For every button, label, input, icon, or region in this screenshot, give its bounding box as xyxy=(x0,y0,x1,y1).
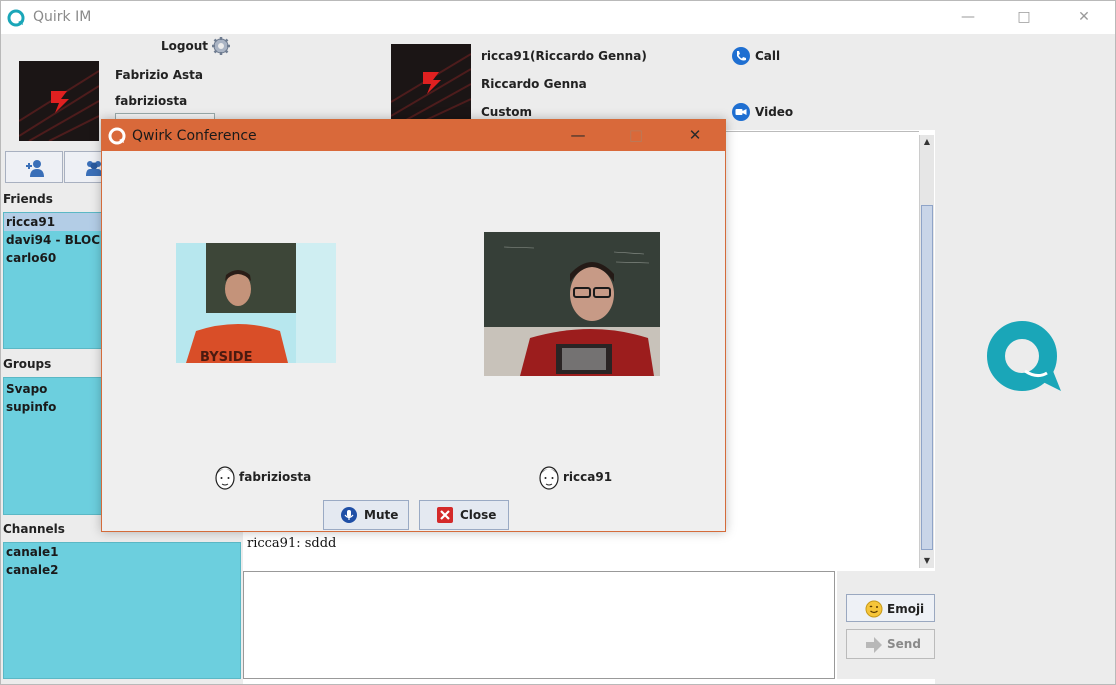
minimize-icon[interactable]: — xyxy=(555,120,601,151)
conference-title: Qwirk Conference xyxy=(132,128,257,144)
contact-status: Custom xyxy=(481,105,532,119)
participant-ricca91: ricca91 xyxy=(538,463,612,493)
video-feed-ricca91 xyxy=(484,232,660,376)
logout-link[interactable]: Logout xyxy=(161,39,208,53)
conference-dialog: Qwirk Conference — □ ✕ BYSIDE fabriziost… xyxy=(101,119,726,532)
branding-pane xyxy=(935,34,1115,684)
contact-avatar xyxy=(391,44,471,120)
close-icon[interactable]: ✕ xyxy=(672,120,718,151)
user-handle: fabriziosta xyxy=(115,94,188,108)
mute-button[interactable]: Mute xyxy=(323,500,409,530)
qwirk-logo-icon xyxy=(108,127,126,145)
compose-actions xyxy=(837,571,937,679)
maximize-icon[interactable]: □ xyxy=(613,120,659,151)
call-label: Call xyxy=(755,49,781,63)
add-friend-icon xyxy=(26,160,44,177)
gear-icon[interactable] xyxy=(211,36,231,56)
channels-list: canale1 canale2 xyxy=(3,542,241,679)
emoji-label: Emoji xyxy=(887,602,925,616)
video-call-button[interactable]: Video xyxy=(731,102,793,122)
add-friend-button[interactable] xyxy=(5,151,63,183)
participant-label: fabriziosta xyxy=(239,470,312,484)
chat-header: ricca91(Riccardo Genna) Riccardo Genna C… xyxy=(243,34,935,130)
video-camera-icon xyxy=(732,103,750,121)
minimize-icon[interactable]: — xyxy=(945,1,991,34)
send-label: Send xyxy=(887,637,921,651)
message-item: ricca91: sddd xyxy=(247,536,337,551)
video-feed-fabriziosta: BYSIDE xyxy=(176,243,336,363)
emoji-button[interactable]: Emoji xyxy=(846,594,935,622)
video-label: Video xyxy=(755,105,794,119)
svg-text:BYSIDE: BYSIDE xyxy=(200,350,252,363)
avatar[interactable] xyxy=(19,61,99,141)
user-full-name: Fabrizio Asta xyxy=(115,68,203,82)
user-face-icon xyxy=(539,466,559,490)
smiley-icon xyxy=(865,600,883,618)
close-label: Close xyxy=(460,508,497,522)
quirk-im-window: Quirk IM — □ ✕ Logout Fabrizio Asta fabr… xyxy=(0,0,1116,685)
close-x-icon xyxy=(437,507,453,523)
send-arrow-icon xyxy=(866,637,882,653)
friends-heading: Friends xyxy=(3,192,53,206)
close-button[interactable]: Close xyxy=(419,500,509,530)
mute-label: Mute xyxy=(364,508,399,522)
qwirk-logo-icon xyxy=(987,321,1061,391)
scroll-down-icon[interactable]: ▼ xyxy=(920,554,934,568)
channel-item-canale1[interactable]: canale1 xyxy=(4,543,240,561)
contact-title: ricca91(Riccardo Genna) xyxy=(481,49,647,63)
title-bar: Quirk IM — □ ✕ xyxy=(1,1,1115,34)
window-title: Quirk IM xyxy=(33,9,92,25)
quirk-logo-icon xyxy=(7,9,25,27)
contact-name: Riccardo Genna xyxy=(481,77,587,91)
conference-title-bar: Qwirk Conference — □ ✕ xyxy=(102,120,725,151)
scroll-thumb[interactable] xyxy=(921,205,933,550)
channels-heading: Channels xyxy=(3,522,65,536)
phone-icon xyxy=(732,47,750,65)
groups-heading: Groups xyxy=(3,357,52,371)
participant-fabriziosta: fabriziosta xyxy=(214,463,311,493)
close-icon[interactable]: ✕ xyxy=(1061,1,1107,34)
user-face-icon xyxy=(215,466,235,490)
maximize-icon[interactable]: □ xyxy=(1001,1,1047,34)
channel-item-canale2[interactable]: canale2 xyxy=(4,561,240,579)
send-button[interactable]: Send xyxy=(846,629,935,659)
scroll-up-icon[interactable]: ▲ xyxy=(920,135,934,149)
call-button[interactable]: Call xyxy=(731,46,780,66)
message-input[interactable] xyxy=(243,571,835,679)
message-scrollbar[interactable]: ▲ ▼ xyxy=(919,135,934,568)
participant-label: ricca91 xyxy=(563,470,613,484)
microphone-icon xyxy=(341,507,357,523)
